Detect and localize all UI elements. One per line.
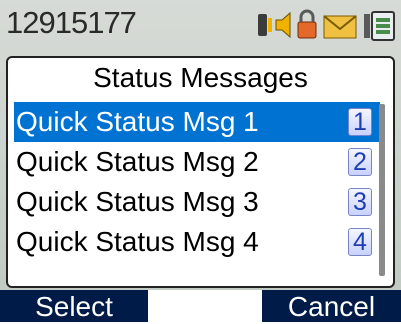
radio-screen: 12915177 Status Messages Quick Status Ms… xyxy=(0,0,401,322)
softkey-bar: Select Cancel xyxy=(0,290,401,322)
list-item-quick-status-1[interactable]: Quick Status Msg 1 1 xyxy=(14,102,380,142)
shortcut-key-badge: 2 xyxy=(348,148,372,176)
list-item-quick-status-3[interactable]: Quick Status Msg 3 3 xyxy=(14,182,380,222)
list-item-label: Quick Status Msg 3 xyxy=(16,186,259,217)
radio-id: 12915177 xyxy=(6,5,137,40)
envelope-icon xyxy=(323,15,357,39)
status-message-list: Quick Status Msg 1 1 Quick Status Msg 2 … xyxy=(14,102,380,262)
dialog-title: Status Messages xyxy=(93,62,308,93)
speaker-icon xyxy=(275,11,291,39)
list-item-label: Quick Status Msg 4 xyxy=(16,226,259,257)
shortcut-key-badge: 1 xyxy=(348,108,372,136)
select-softkey[interactable]: Select xyxy=(0,290,148,322)
list-item-label: Quick Status Msg 2 xyxy=(16,146,259,177)
list-item-label: Quick Status Msg 1 xyxy=(16,106,259,137)
lone-worker-icon xyxy=(258,14,272,36)
list-item-quick-status-2[interactable]: Quick Status Msg 2 2 xyxy=(14,142,380,182)
list-item-quick-status-4[interactable]: Quick Status Msg 4 4 xyxy=(14,222,380,262)
lock-icon xyxy=(297,9,317,39)
shortcut-key-badge: 3 xyxy=(348,188,372,216)
status-icons xyxy=(254,8,399,42)
battery-icon xyxy=(364,11,395,41)
shortcut-key-badge: 4 xyxy=(348,228,372,256)
list-scrollbar[interactable] xyxy=(379,104,385,276)
status-bar: 12915177 xyxy=(0,0,401,46)
cancel-softkey[interactable]: Cancel xyxy=(262,290,401,322)
status-messages-dialog: Status Messages Quick Status Msg 1 1 Qui… xyxy=(6,56,395,288)
